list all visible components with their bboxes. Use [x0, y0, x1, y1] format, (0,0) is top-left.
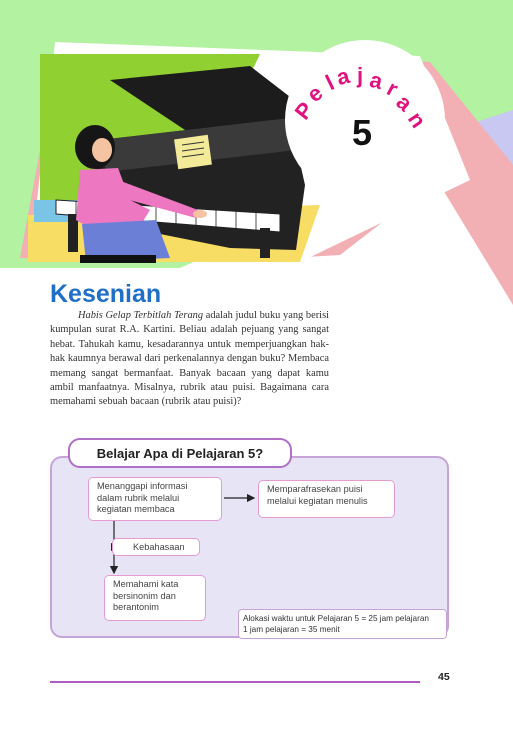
page-number: 45 [438, 671, 450, 683]
lesson-number: 5 [351, 112, 373, 153]
badge-letter: j [357, 63, 364, 88]
time-allocation-line: Alokasi waktu untuk Pelajaran 5 = 25 jam… [243, 614, 429, 623]
book-title-italic: Habis Gelap Terbitlah Terang [78, 310, 204, 321]
lesson-hour-line: 1 jam pelajaran = 35 menit [243, 625, 340, 634]
learning-map-heading: Belajar Apa di Pelajaran 5? [68, 438, 292, 468]
node-respond-information: Menanggapi informasi dalam rubrik melalu… [88, 477, 222, 521]
intro-paragraph: Habis Gelap Terbitlah Terang adalah judu… [50, 309, 329, 410]
intro-text: adalah judul buku yang berisi kumpulan s… [50, 310, 329, 408]
footer-rule [50, 681, 420, 683]
time-allocation-box: Alokasi waktu untuk Pelajaran 5 = 25 jam… [238, 609, 447, 639]
node-paraphrase-poem: Memparafrasekan puisi melalui kegiatan m… [258, 480, 395, 518]
node-synonym-antonym: Memahami kata bersinonim dan berantonim [104, 575, 206, 621]
node-language: Kebahasaan [112, 538, 200, 556]
chapter-title: Kesenian [50, 280, 162, 308]
